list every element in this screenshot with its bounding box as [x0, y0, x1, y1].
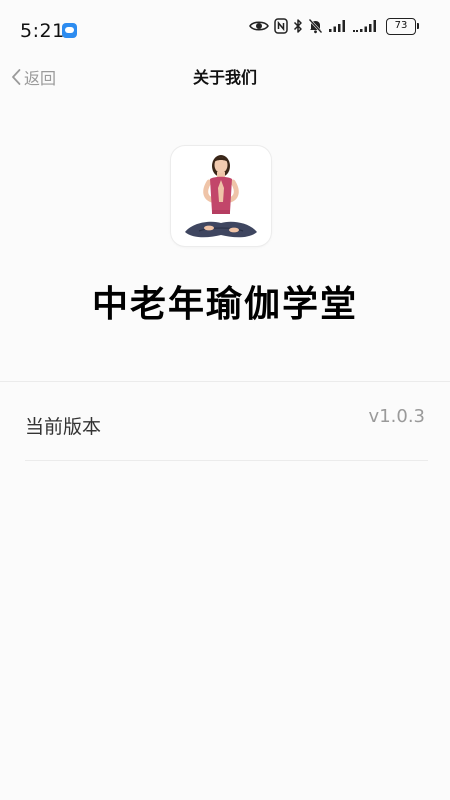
- nfc-icon: [274, 18, 288, 34]
- battery-level: 73: [394, 20, 408, 31]
- signal-icon-1: [329, 20, 345, 32]
- yoga-figure-icon: [185, 155, 257, 238]
- eye-icon: [249, 21, 269, 31]
- nav-bar: 返回 关于我们: [0, 52, 450, 100]
- version-row: 当前版本 v1.0.3: [0, 382, 450, 460]
- app-name: 中老年瑜伽学堂: [91, 284, 358, 325]
- mute-bell-icon: [308, 18, 323, 34]
- about-screen: 5:21 73 返回 关于我们 中老年瑜伽学堂 当前版本 v1.0.3: [0, 0, 450, 800]
- divider: [25, 460, 428, 461]
- message-notification-icon: [62, 23, 77, 38]
- status-icons: 73: [249, 16, 419, 36]
- bluetooth-icon: [293, 19, 302, 33]
- signal-icon-2: [353, 20, 376, 32]
- page-title: 关于我们: [192, 68, 257, 87]
- battery-indicator: 73: [386, 17, 419, 35]
- version-label: 当前版本: [25, 416, 102, 438]
- status-time: 5:21: [20, 20, 65, 42]
- version-value: v1.0.3: [368, 406, 425, 427]
- app-logo: [171, 146, 271, 246]
- status-bar: 5:21 73: [0, 0, 450, 52]
